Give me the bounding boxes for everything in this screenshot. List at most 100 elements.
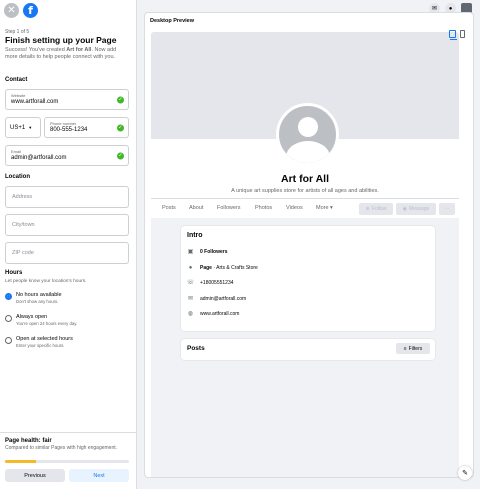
tab-posts[interactable]: Posts	[162, 205, 176, 211]
desktop-preview-frame: Desktop Preview Art for All A unique art…	[144, 12, 474, 478]
radio-button[interactable]	[5, 293, 12, 300]
previous-button[interactable]: Previous	[5, 469, 65, 482]
page-feed: Intro ▣ 0 Followers ● Page · Arts & Craf…	[151, 218, 459, 477]
intro-phone: +18005551234	[200, 279, 234, 286]
website-value: www.artforall.com	[11, 99, 59, 105]
page-health-title: Page health: fair	[5, 438, 52, 444]
person-body-icon	[286, 141, 330, 163]
intro-email: admin@artforall.com	[200, 295, 247, 302]
messenger-icon: ◉	[402, 206, 408, 212]
hours-option-title: No hours available	[16, 292, 62, 298]
city-input[interactable]: City/town	[5, 214, 129, 236]
intro-item: ◍ www.artforall.com	[187, 310, 240, 318]
page-title: Finish setting up your Page	[5, 35, 117, 45]
page-health-progress	[5, 460, 129, 463]
city-placeholder: City/town	[12, 222, 35, 228]
page-header: Art for All A unique art supplies store …	[151, 32, 459, 202]
hours-option-selected[interactable]: Open at selected hours Enter your specif…	[5, 336, 73, 348]
email-value: admin@artforall.com	[11, 155, 67, 161]
page-description: A unique art supplies store for artists …	[231, 188, 379, 194]
address-placeholder: Address	[12, 194, 33, 200]
intro-category: Page · Arts & Crafts Store	[200, 265, 258, 271]
posts-card: Posts ≡ Filters	[181, 339, 435, 360]
contact-heading: Contact	[5, 77, 28, 83]
hours-option-sub: You're open 24 hours every day.	[16, 321, 78, 326]
country-code-select[interactable]: US+1 ▼	[5, 117, 41, 138]
page-health-footer: Page health: fair Compared to similar Pa…	[0, 432, 136, 489]
phone-icon: ☏	[186, 280, 195, 286]
hours-option-title: Open at selected hours	[16, 336, 73, 342]
website-field[interactable]: Website www.artforall.com ✓	[5, 89, 129, 110]
radio-button[interactable]	[5, 315, 12, 322]
phone-value: 800-555-1234	[50, 127, 88, 133]
posts-title: Posts	[187, 345, 205, 352]
zip-placeholder: ZIP code	[12, 250, 34, 256]
follow-icon: ⊕	[365, 206, 370, 212]
check-icon: ✓	[117, 96, 124, 103]
page-health-progress-fill	[5, 460, 36, 463]
intro-followers: 0 Followers	[200, 248, 228, 255]
zip-input[interactable]: ZIP code	[5, 242, 129, 264]
location-heading: Location	[5, 174, 30, 180]
intro-title: Intro	[187, 232, 203, 239]
desktop-preview-icon[interactable]	[449, 30, 456, 38]
page-tabs: Posts About Followers Photos Videos More…	[151, 198, 459, 218]
check-icon: ✓	[117, 152, 124, 159]
subtitle-prefix: Success! You've created	[5, 47, 67, 53]
tab-photos[interactable]: Photos	[255, 205, 272, 211]
subtitle-page-name: Art for All	[66, 47, 92, 53]
intro-category-name: · Arts & Crafts Store	[211, 264, 258, 271]
mobile-preview-icon[interactable]	[460, 30, 465, 38]
hours-option-title: Always open	[16, 314, 48, 320]
email-label: Email	[11, 149, 22, 154]
page-health-subtitle: Compared to similar Pages with high enga…	[5, 445, 118, 451]
check-icon: ✓	[117, 124, 124, 131]
more-options-button[interactable]: ···	[439, 203, 455, 215]
intro-category-type: Page	[200, 264, 212, 271]
globe-icon: ◍	[187, 311, 194, 317]
phone-label: Phone number	[50, 121, 77, 126]
country-code-value: US+1	[10, 124, 26, 131]
close-icon[interactable]: ✕	[4, 3, 19, 18]
top-bar: ✕ f	[4, 3, 38, 18]
intro-website: www.artforall.com	[200, 310, 240, 317]
follow-label: Follow	[371, 206, 387, 212]
profile-picture[interactable]	[276, 103, 339, 166]
follow-button[interactable]: ⊕ Follow	[359, 203, 393, 215]
hours-option-none[interactable]: No hours available Don't show any hours.	[5, 292, 62, 304]
address-input[interactable]: Address	[5, 186, 129, 208]
filters-icon: ≡	[403, 345, 407, 352]
page-name: Art for All	[280, 173, 330, 185]
hours-option-sub: Don't show any hours.	[16, 299, 59, 304]
next-button[interactable]: Next	[69, 469, 129, 482]
tab-videos[interactable]: Videos	[286, 205, 303, 211]
hours-option-text: No hours available Don't show any hours.	[16, 292, 62, 304]
hours-heading: Hours	[5, 270, 23, 276]
hours-option-always[interactable]: Always open You're open 24 hours every d…	[5, 314, 77, 326]
hours-option-text: Always open You're open 24 hours every d…	[16, 314, 77, 326]
followers-icon: ▣	[187, 249, 194, 255]
intro-card: Intro ▣ 0 Followers ● Page · Arts & Craf…	[181, 226, 435, 331]
message-button[interactable]: ◉ Message	[396, 203, 436, 215]
edit-icon[interactable]: ✎	[458, 466, 472, 480]
hours-option-text: Open at selected hours Enter your specif…	[16, 336, 73, 348]
subtitle: Success! You've created Art for All. Now…	[5, 47, 130, 61]
tab-about[interactable]: About	[189, 205, 203, 211]
intro-item: ✉ admin@artforall.com	[187, 295, 247, 303]
phone-field[interactable]: Phone number 800-555-1234 ✓	[44, 117, 129, 138]
preview-label: Desktop Preview	[150, 18, 195, 24]
radio-button[interactable]	[5, 337, 12, 344]
hours-subtitle: Let people know your location's hours.	[5, 279, 87, 284]
tab-followers[interactable]: Followers	[217, 205, 241, 211]
caret-down-icon: ▼	[28, 125, 33, 130]
email-field[interactable]: Email admin@artforall.com ✓	[5, 145, 129, 166]
email-icon: ✉	[187, 296, 194, 302]
tab-more[interactable]: More ▾	[316, 205, 333, 211]
intro-item: ● Page · Arts & Crafts Store	[187, 264, 258, 271]
filters-label: Filters	[408, 345, 423, 352]
device-switcher	[449, 30, 465, 38]
filters-button[interactable]: ≡ Filters	[396, 343, 430, 354]
message-label: Message	[409, 206, 430, 212]
facebook-logo[interactable]: f	[23, 3, 38, 18]
intro-item: ▣ 0 Followers	[187, 248, 228, 256]
